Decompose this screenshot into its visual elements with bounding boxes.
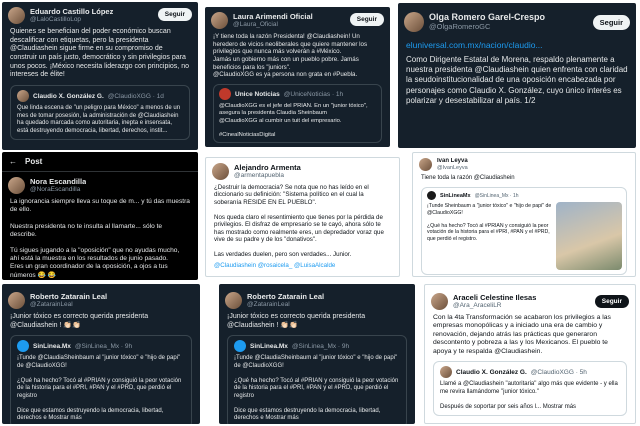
author-name[interactable]: Roberto Zatarain Leal: [30, 293, 107, 301]
avatar: [17, 90, 29, 103]
author-handle[interactable]: @NoraEscandilla: [30, 186, 86, 193]
quoted-tweet[interactable]: SinLinea.Mx @SinLinea_Mx · 9h ¡Tunde @Cl…: [10, 335, 192, 424]
quote-author-name: Unice Noticias: [235, 90, 280, 98]
tweet-text: ¡Junior tóxico es correcto querida presi…: [227, 313, 366, 329]
back-arrow-icon[interactable]: ←: [9, 157, 17, 166]
author-handle[interactable]: @IvanLeyva: [437, 165, 468, 171]
quote-text: ¡Tunde Sheinbaum a "junior tóxico" e "hi…: [427, 203, 552, 242]
quoted-tweet[interactable]: Unice Noticias @UniceNoticias · 1h @Clau…: [213, 84, 382, 144]
mentions[interactable]: @Claudiashein @rosaicela_ @LuisaAlcalde: [206, 260, 399, 272]
quote-author-handle: @UniceNoticias · 1h: [283, 90, 344, 98]
follow-button[interactable]: Seguir: [349, 13, 384, 26]
tweet-card-9: Araceli Celestine Ilesas @Ara_AraceliLR …: [424, 284, 636, 424]
quote-image[interactable]: [556, 202, 622, 271]
author-handle[interactable]: @ZatarainLeal: [247, 301, 324, 308]
quoted-tweet[interactable]: Claudio X. González G. @ClaudioXGG · 5h …: [433, 361, 627, 417]
quote-author-handle: @SinLinea_Mx · 9h: [291, 342, 350, 350]
author-name[interactable]: Laura Arimendi Oficial: [233, 13, 313, 21]
tweet-text: ¡Junior tóxico es correcto querida presi…: [10, 313, 149, 329]
avatar[interactable]: [212, 163, 229, 180]
quoted-tweet[interactable]: SinLineaMx @SinLinea_Mx · 1h ¡Tunde Shei…: [421, 187, 627, 276]
article-link[interactable]: eluniversal.com.mx/nacion/claudio...: [398, 34, 636, 53]
author-handle[interactable]: @Laura_Oficial: [233, 21, 313, 28]
avatar[interactable]: [404, 12, 424, 32]
tweet-header: Eduardo Castillo López @LaloCastilloLop …: [2, 2, 198, 26]
tweet-text: Tiene toda la razón @Claudiashein: [421, 175, 515, 181]
avatar[interactable]: [211, 12, 228, 29]
avatar: [427, 191, 436, 201]
avatar[interactable]: [8, 177, 25, 194]
tweet-card-3: Olga Romero Garel-Crespo @OlgaRomeroGC S…: [398, 3, 636, 148]
tweet-text: La ignorancia siempre lleva su toque de …: [10, 198, 190, 279]
avatar[interactable]: [431, 293, 448, 310]
quote-author-name: SinLinea.Mx: [250, 342, 288, 350]
author-name[interactable]: Nora Escandilla: [30, 178, 86, 186]
tweet-card-6: Ivan Leyva @IvanLeyva Tiene toda la razó…: [412, 152, 636, 277]
tweet-text: Con la 4ta Transformación se acabaron lo…: [433, 314, 611, 355]
quote-author-handle: @ClaudioXGG · 5h: [530, 368, 587, 376]
author-handle[interactable]: @OlgaRomeroGC: [429, 22, 545, 31]
author-handle[interactable]: @ZatarainLeal: [30, 301, 107, 308]
avatar: [234, 340, 246, 353]
quote-author-handle: @SinLinea_Mx · 1h: [474, 192, 519, 199]
author-name[interactable]: Araceli Celestine Ilesas: [453, 294, 536, 302]
follow-button[interactable]: Seguir: [157, 8, 192, 21]
author-name[interactable]: Roberto Zatarain Leal: [247, 293, 324, 301]
quote-author-name: Claudio X. González G.: [456, 368, 527, 376]
follow-button[interactable]: Seguir: [594, 295, 629, 308]
avatar: [17, 340, 29, 353]
author-name[interactable]: Ivan Leyva: [437, 158, 468, 165]
quote-text: ¡Tunde @ClaudiaSheinbaum al "junior tóxi…: [234, 355, 399, 422]
quote-text: Llamé a @Claudiashein "autoritaria" algo…: [440, 381, 618, 410]
quote-author-name: SinLineaMx: [440, 192, 471, 199]
quote-text: @ClaudioXGG es el jefe del PRIAN. En un …: [219, 103, 368, 139]
author-name[interactable]: Eduardo Castillo López: [30, 8, 113, 16]
tweet-card-1: Eduardo Castillo López @LaloCastilloLop …: [2, 2, 198, 150]
tweet-text: Quienes se benefician del poder económic…: [10, 28, 189, 79]
quote-text: Que linda escena de "un peligro para Méx…: [17, 105, 181, 134]
author-handle[interactable]: @armentapuebla: [234, 172, 301, 179]
tweet-card-7: Roberto Zatarain Leal @ZatarainLeal ¡Jun…: [2, 284, 200, 424]
avatar: [440, 366, 452, 379]
author-name[interactable]: Alejandro Armenta: [234, 164, 301, 172]
quote-author-handle: @ClaudioXGG · 1d: [107, 92, 164, 100]
follow-button[interactable]: Seguir: [592, 15, 630, 30]
author-handle[interactable]: @Ara_AraceliLR: [453, 302, 536, 309]
quote-author-handle: @SinLinea_Mx · 9h: [74, 342, 133, 350]
avatar[interactable]: [8, 7, 25, 24]
quoted-tweet[interactable]: Claudio X. González G. @ClaudioXGG · 1d …: [10, 85, 190, 141]
page-title: Post: [25, 157, 43, 166]
quoted-tweet[interactable]: SinLinea.Mx @SinLinea_Mx · 9h ¡Tunde @Cl…: [227, 335, 407, 424]
avatar[interactable]: [419, 158, 432, 171]
tweet-card-2: Laura Arimendi Oficial @Laura_Oficial Se…: [205, 7, 390, 147]
avatar[interactable]: [225, 292, 242, 309]
quote-text: ¡Tunde @ClaudiaSheinbaum al "junior tóxi…: [17, 355, 182, 422]
tweet-text: Como Dirigente Estatal de Morena, respal…: [406, 54, 628, 106]
avatar[interactable]: [8, 292, 25, 309]
author-handle[interactable]: @LaloCastilloLop: [30, 16, 113, 23]
tweet-text: ¡Y tiene toda la razón Presidenta! @Clau…: [213, 33, 368, 79]
tweet-card-8: Roberto Zatarain Leal @ZatarainLeal ¡Jun…: [219, 284, 415, 424]
quote-author-name: Claudio X. González G.: [33, 92, 104, 100]
tweet-card-5: Alejandro Armenta @armentapuebla ¿Destru…: [205, 157, 400, 277]
tweet-card-4: ← Post Nora Escandilla @NoraEscandilla L…: [2, 152, 198, 280]
tweet-text: ¿Destruir la democracia? Se nota que no …: [214, 184, 384, 258]
quote-author-name: SinLinea.Mx: [33, 342, 71, 350]
avatar: [219, 88, 231, 101]
